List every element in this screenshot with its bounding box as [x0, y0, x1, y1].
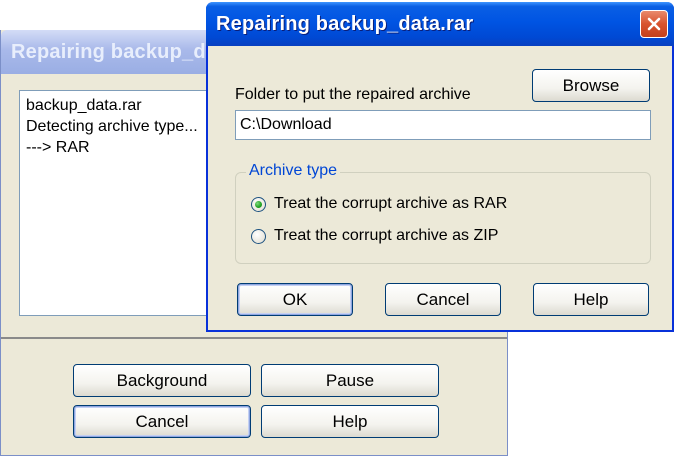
dialog-help-button[interactable]: Help — [533, 283, 649, 316]
pause-button[interactable]: Pause — [261, 364, 439, 397]
background-cancel-button[interactable]: Cancel — [73, 405, 251, 438]
log-line: ---> RAR — [26, 139, 90, 156]
folder-label: Folder to put the repaired archive — [235, 86, 471, 103]
background-button[interactable]: Background — [73, 364, 251, 397]
dialog-cancel-button[interactable]: Cancel — [385, 283, 501, 316]
option-rar-radio[interactable]: Treat the corrupt archive as RAR — [251, 195, 507, 213]
log-line: Detecting archive type... — [26, 118, 198, 135]
close-icon[interactable] — [640, 10, 668, 38]
radio-button-unselected[interactable] — [251, 228, 266, 244]
progress-log-box: backup_data.rar Detecting archive type..… — [19, 90, 233, 316]
dialog-titlebar[interactable]: Repairing backup_data.rar — [206, 2, 674, 46]
archive-type-group: Archive type Treat the corrupt archive a… — [235, 162, 651, 264]
option-rar-label: Treat the corrupt archive as RAR — [274, 195, 508, 212]
ok-button[interactable]: OK — [237, 283, 353, 316]
browse-button[interactable]: Browse — [532, 69, 650, 102]
archive-type-label: Archive type — [246, 162, 341, 180]
dialog-title: Repairing backup_data.rar — [216, 13, 474, 35]
separator-line — [1, 337, 507, 339]
folder-path-field[interactable]: C:\Download — [235, 110, 651, 140]
repair-options-dialog: Repairing backup_data.rar Folder to put … — [206, 2, 674, 332]
option-zip-radio[interactable]: Treat the corrupt archive as ZIP — [251, 227, 498, 245]
log-line: backup_data.rar — [26, 97, 142, 114]
background-window-title: Repairing backup_d — [11, 41, 206, 63]
option-zip-label: Treat the corrupt archive as ZIP — [274, 227, 499, 244]
background-help-button[interactable]: Help — [261, 405, 439, 438]
radio-button-selected[interactable] — [251, 196, 266, 212]
